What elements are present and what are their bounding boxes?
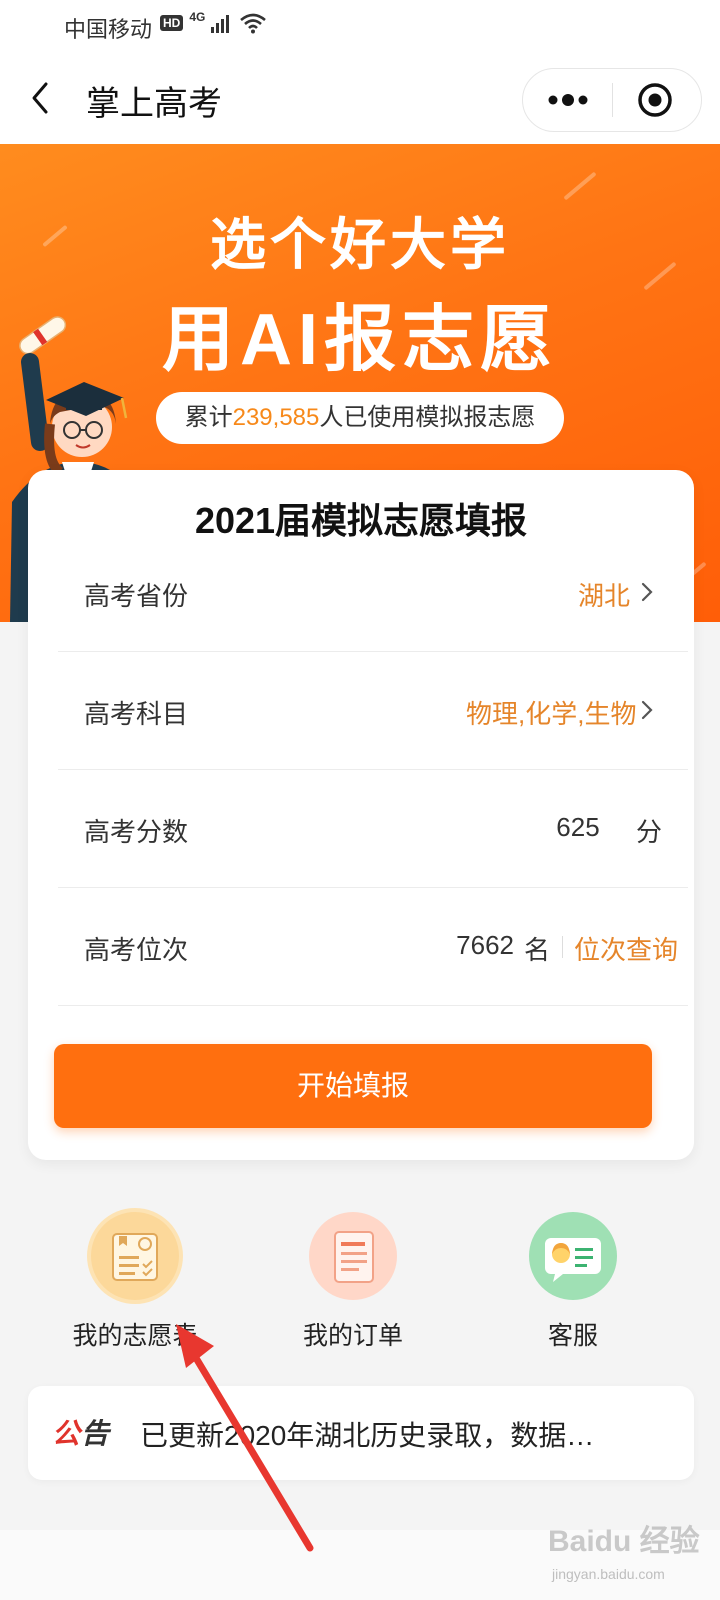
mini-program-capsule <box>522 68 702 132</box>
close-mini-program-button[interactable] <box>615 69 701 131</box>
chevron-right-icon <box>641 700 653 720</box>
rank-unit: 名 <box>524 935 551 965</box>
order-document-icon <box>305 1208 401 1304</box>
my-orders-shortcut[interactable]: 我的订单 <box>278 1208 428 1350</box>
status-icons: HD 4G <box>160 10 267 34</box>
score-row: 高考分数 625 分 <box>58 770 688 888</box>
shortcut-label: 我的订单 <box>302 1322 403 1350</box>
baidu-watermark-url: jingyan.baidu.com <box>552 1566 665 1582</box>
shortcut-label: 我的志愿表 <box>72 1322 198 1350</box>
counter-suffix: 人已使用模拟报志愿 <box>319 404 536 431</box>
target-close-icon <box>638 83 672 117</box>
more-button[interactable] <box>523 69 611 131</box>
carrier-name: 中国移动 <box>64 17 153 42</box>
rank-divider <box>562 936 563 958</box>
announcement-tag-first: 公 <box>52 1418 82 1449</box>
subjects-label: 高考科目 <box>84 699 189 729</box>
network-type-label: 4G <box>189 10 206 24</box>
announcement-tag-second: 告 <box>81 1418 111 1449</box>
start-filling-button[interactable]: 开始填报 <box>54 1044 652 1128</box>
shortcut-label: 客服 <box>547 1322 598 1350</box>
rank-label: 高考位次 <box>84 935 189 965</box>
my-application-form-shortcut[interactable]: 我的志愿表 <box>60 1208 210 1350</box>
chevron-right-icon <box>641 582 653 602</box>
customer-service-icon <box>525 1208 621 1304</box>
rank-query-link[interactable]: 位次查询 <box>574 930 678 967</box>
wifi-icon <box>240 13 267 34</box>
page-title: 掌上高考 <box>86 85 222 123</box>
subjects-row[interactable]: 高考科目 物理,化学,生物 <box>58 652 688 770</box>
status-bar: 中国移动 HD 4G <box>0 0 720 52</box>
counter-prefix: 累计 <box>184 404 233 431</box>
more-dots-icon <box>548 94 588 106</box>
customer-service-shortcut[interactable]: 客服 <box>498 1208 648 1350</box>
province-value: 湖北 <box>578 581 631 611</box>
announcement-text: 已更新2020年湖北历史录取，数据… <box>140 1420 595 1451</box>
signal-icon <box>211 15 230 33</box>
score-unit: 分 <box>636 817 663 847</box>
rank-row: 高考位次 7662 名 位次查询 <box>58 888 688 1006</box>
province-label: 高考省份 <box>84 581 189 611</box>
navigation-bar: 掌上高考 <box>0 52 720 144</box>
province-row[interactable]: 高考省份 湖北 <box>58 534 688 652</box>
announcement-bar[interactable]: 公告 已更新2020年湖北历史录取，数据… <box>28 1386 694 1480</box>
banner-headline: 选个好大学 <box>210 213 510 276</box>
rank-input[interactable]: 7662 <box>418 930 514 961</box>
counter-number: 239,585 <box>232 404 320 431</box>
back-button[interactable] <box>22 78 62 118</box>
usage-counter: 累计239,585人已使用模拟报志愿 <box>156 392 564 444</box>
back-arrow-icon <box>32 82 48 114</box>
score-input[interactable]: 625 <box>538 812 618 843</box>
announcement-tag: 公告 <box>52 1412 110 1452</box>
baidu-watermark: Baidu 经验 <box>548 1525 700 1558</box>
hd-badge: HD <box>160 15 184 31</box>
application-form-icon <box>87 1208 183 1304</box>
capsule-divider <box>612 83 613 117</box>
score-label: 高考分数 <box>84 817 189 847</box>
subjects-value: 物理,化学,生物 <box>466 699 637 729</box>
simulation-form-card: 2021届模拟志愿填报 高考省份 湖北 高考科目 物理,化学,生物 高考分数 6… <box>28 470 694 1160</box>
